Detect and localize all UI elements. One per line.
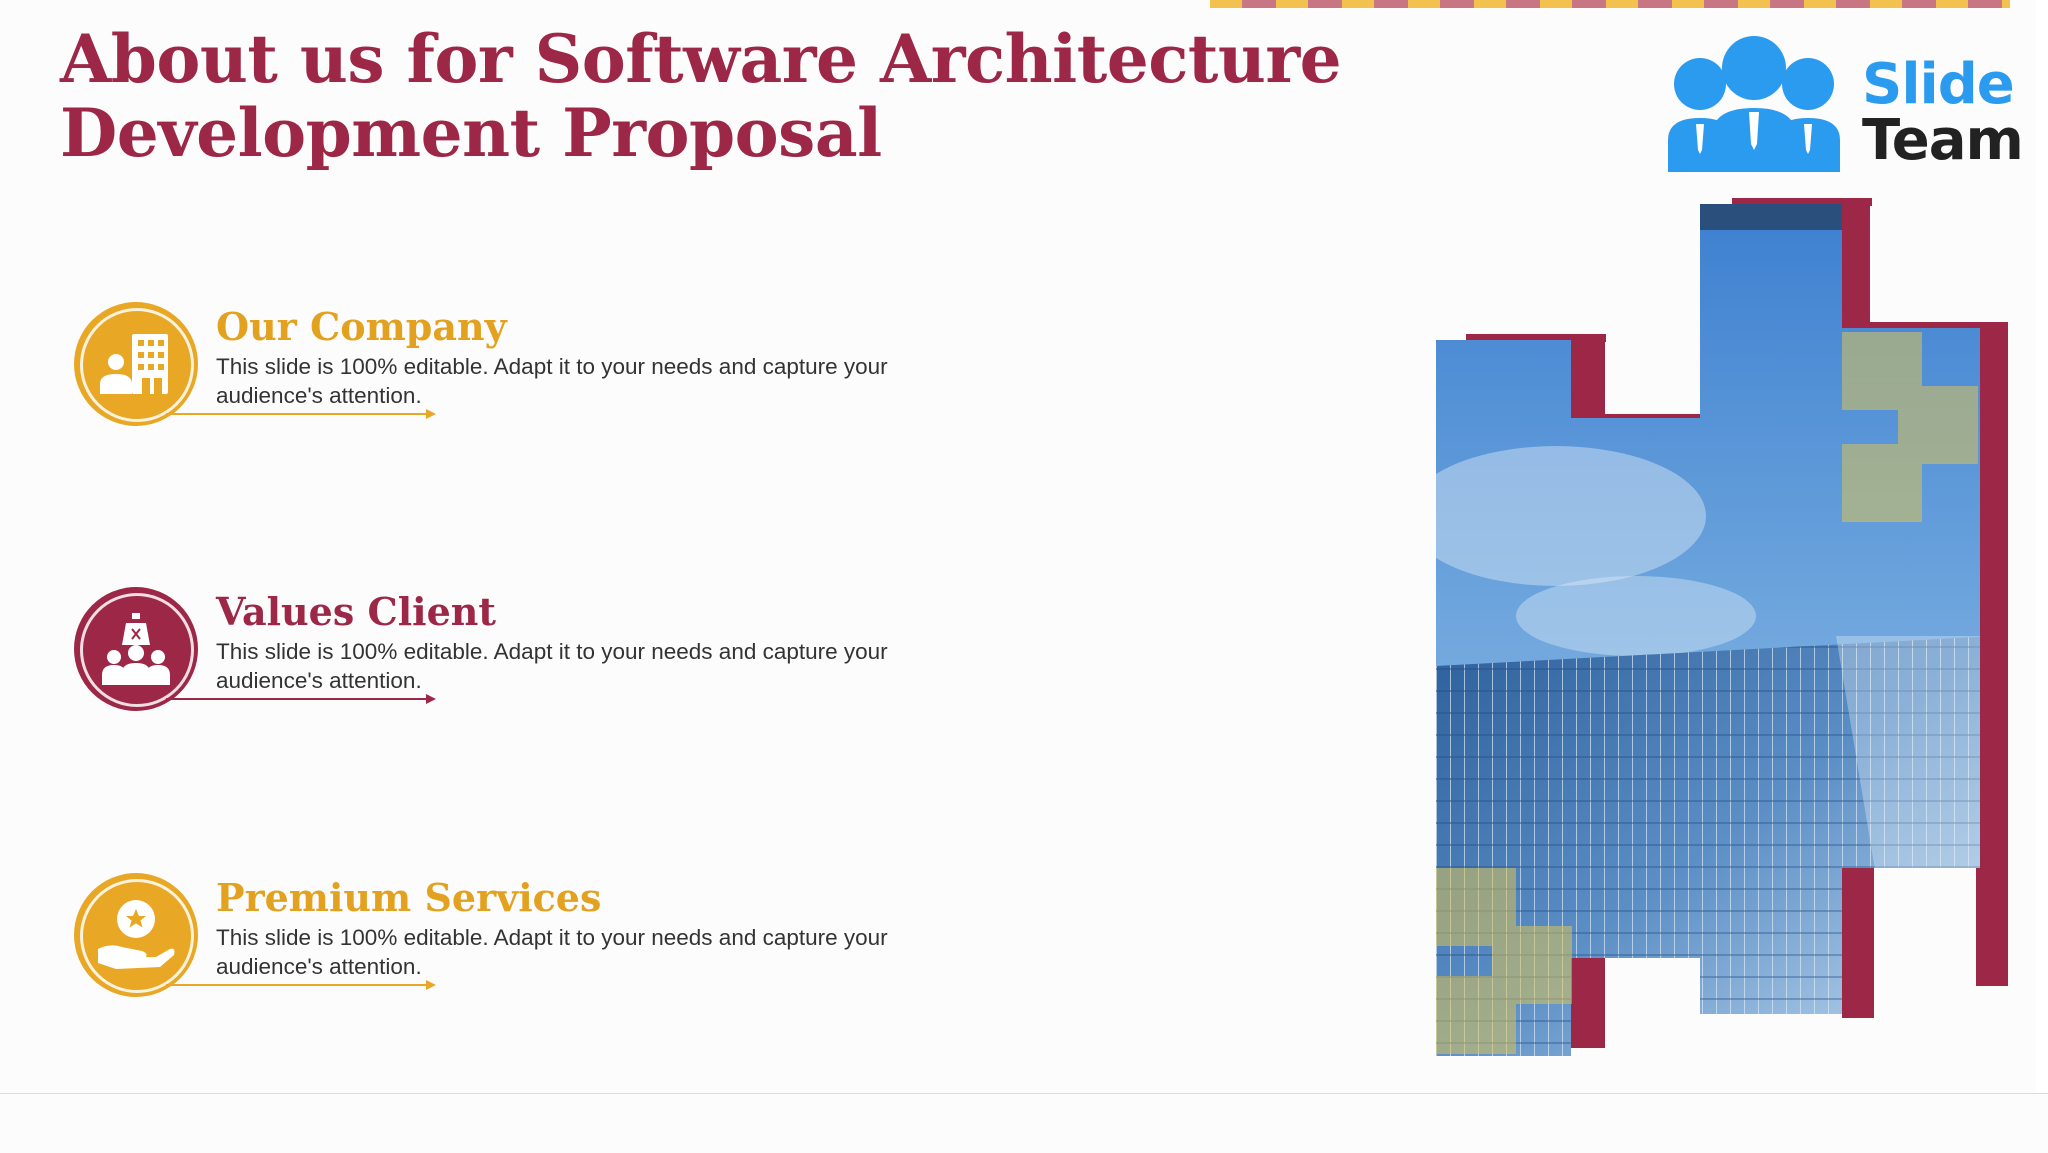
arrow-right-icon (166, 694, 436, 704)
slide-canvas: About us for Software Architecture Devel… (0, 0, 2036, 1093)
building-photo-collage (1436, 196, 2011, 1056)
feature-item-premium-services: Premium Services This slide is 100% edit… (74, 873, 954, 1013)
slideteam-logo: Slide Team (1660, 22, 2024, 173)
feature-heading: Premium Services (216, 875, 602, 920)
top-decorative-stripe (1210, 0, 2010, 8)
group-with-bag-icon (102, 613, 170, 685)
feature-heading: Values Client (216, 589, 496, 634)
page-title: About us for Software Architecture Devel… (60, 20, 1342, 172)
canvas-background-strip (0, 1093, 2048, 1153)
feature-item-values-client: Values Client This slide is 100% editabl… (74, 587, 954, 727)
logo-word-team: Team (1862, 108, 2024, 173)
feature-description: This slide is 100% editable. Adapt it to… (216, 354, 888, 408)
skyscraper-image (1436, 198, 2008, 1056)
building-person-icon (100, 334, 168, 394)
team-people-icon (1668, 36, 1840, 172)
feature-item-our-company: Our Company This slide is 100% editable.… (74, 302, 954, 442)
feature-description: This slide is 100% editable. Adapt it to… (216, 639, 888, 693)
hand-with-star-badge-icon (98, 900, 175, 969)
arrow-right-icon (166, 409, 436, 419)
arrow-right-icon (166, 980, 436, 990)
feature-description: This slide is 100% editable. Adapt it to… (216, 925, 888, 979)
feature-heading: Our Company (216, 304, 507, 349)
